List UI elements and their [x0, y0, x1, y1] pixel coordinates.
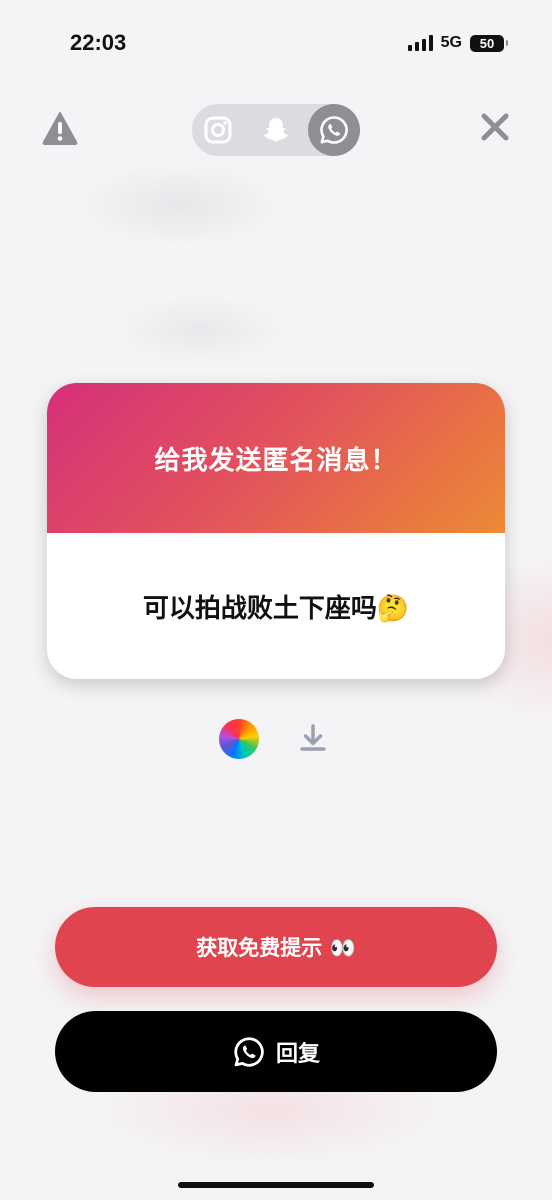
- reply-button[interactable]: 回复: [55, 1011, 497, 1092]
- warning-icon: [42, 112, 78, 145]
- card-message: 可以拍战败土下座吗🤔: [142, 593, 410, 624]
- whatsapp-icon: [234, 1036, 264, 1067]
- close-icon: [481, 113, 509, 141]
- battery-icon: 50: [470, 34, 508, 52]
- home-indicator[interactable]: [178, 1182, 374, 1188]
- snapchat-icon: [264, 118, 288, 142]
- share-snapchat-button[interactable]: [250, 104, 302, 156]
- share-instagram-button[interactable]: [192, 104, 244, 156]
- network-type: 5G: [440, 34, 462, 51]
- free-hint-button[interactable]: 获取免费提示 👀: [55, 907, 497, 987]
- share-whatsapp-button[interactable]: [308, 104, 360, 156]
- message-card: 给我发送匿名消息！ 可以拍战败土下座吗🤔: [47, 383, 505, 679]
- card-title: 给我发送匿名消息！: [154, 445, 398, 476]
- card-header: 给我发送匿名消息！: [47, 383, 505, 533]
- reply-label: 回复: [275, 1041, 320, 1067]
- screen: 22:03 5G 50 给我发送匿名消息！ 可以拍战败土下座吗🤔 获取免费提示 …: [0, 0, 552, 1200]
- close-button[interactable]: [478, 110, 512, 144]
- instagram-icon: [204, 116, 232, 144]
- free-hint-label: 获取免费提示 👀: [196, 936, 356, 960]
- download-icon: [300, 724, 326, 751]
- status-indicators: 5G 50: [407, 34, 508, 52]
- share-target-selector: [192, 104, 360, 156]
- report-button[interactable]: [42, 110, 78, 146]
- card-body: 可以拍战败土下座吗🤔: [47, 533, 505, 679]
- battery-level: 50: [479, 35, 495, 51]
- whatsapp-icon: [320, 116, 348, 144]
- color-wheel-icon[interactable]: [219, 719, 259, 759]
- download-button[interactable]: [293, 718, 333, 758]
- signal-icon: [407, 35, 433, 51]
- status-time: 22:03: [70, 30, 127, 55]
